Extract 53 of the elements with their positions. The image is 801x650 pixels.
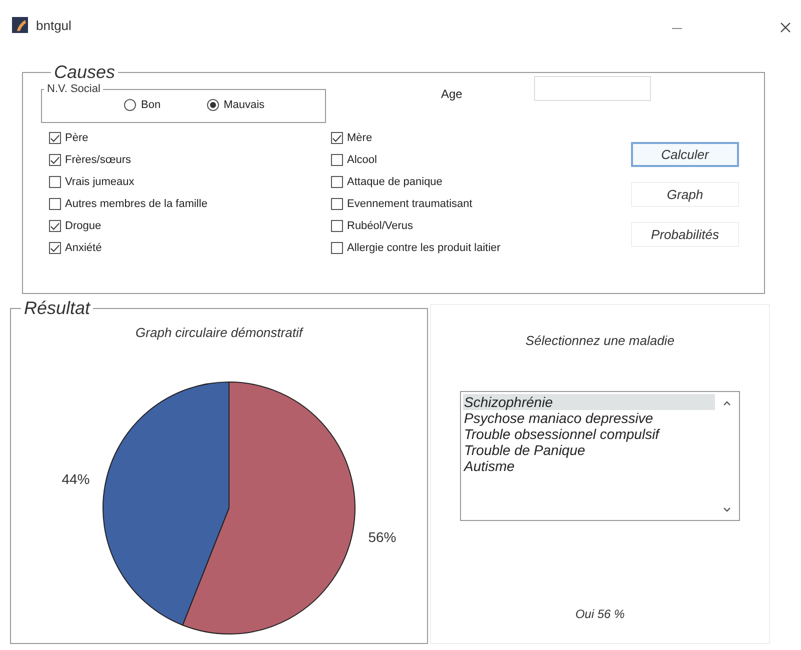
list-item[interactable]: Trouble de Panique xyxy=(463,442,715,458)
action-button[interactable]: Probabilités xyxy=(631,222,739,247)
checkbox-icon[interactable] xyxy=(331,132,343,144)
checkbox-icon[interactable] xyxy=(49,154,61,166)
checkbox-icon[interactable] xyxy=(49,198,61,210)
checkbox-option[interactable]: Frères/sœurs xyxy=(49,149,331,171)
checkbox-option[interactable]: Allergie contre les produit laitier xyxy=(331,237,631,259)
list-item[interactable]: Trouble obsessionnel compulsif xyxy=(463,426,715,442)
group-title: N.V. Social xyxy=(46,83,102,95)
scroll-up-icon[interactable] xyxy=(723,401,731,406)
outcome-text: Oui 56 % xyxy=(575,607,625,621)
checkbox-icon[interactable] xyxy=(49,220,61,232)
checkbox-icon[interactable] xyxy=(331,220,343,232)
checkbox-icon[interactable] xyxy=(331,242,343,254)
checkbox-option[interactable]: Père xyxy=(49,127,331,149)
radio-icon[interactable] xyxy=(206,99,219,111)
list-item[interactable]: Schizophrénie xyxy=(463,394,715,410)
panel-title: Causes xyxy=(53,62,116,83)
slice-label: 56% xyxy=(368,529,396,546)
action-button[interactable]: Graph xyxy=(631,182,739,207)
checkbox-option[interactable]: Autres membres de la famille xyxy=(49,193,331,215)
checkbox-icon[interactable] xyxy=(49,132,61,144)
action-button[interactable]: Calculer xyxy=(631,142,739,167)
checkbox-option[interactable]: Evennement traumatisant xyxy=(331,193,631,215)
prompt-text: Sélectionnez une maladie xyxy=(526,333,674,348)
minimize-icon[interactable] xyxy=(672,28,682,30)
slice-label: 44% xyxy=(62,470,90,487)
radio-option[interactable]: Mauvais xyxy=(206,99,265,111)
panel-title: Résultat xyxy=(23,298,92,319)
radio-option[interactable]: Bon xyxy=(124,99,161,111)
age-field[interactable] xyxy=(534,76,652,101)
checkbox-option[interactable]: Mère xyxy=(331,127,631,149)
checkbox-icon[interactable] xyxy=(49,242,61,254)
app-icon xyxy=(12,17,28,33)
checkbox-option[interactable]: Anxiété xyxy=(49,237,331,259)
window-title: bntgul xyxy=(36,18,72,32)
checkbox-option[interactable]: Attaque de panique xyxy=(331,171,631,193)
list-item[interactable]: Psychose maniaco depressive xyxy=(463,410,715,426)
scroll-down-icon[interactable] xyxy=(723,507,731,512)
checkbox-option[interactable]: Alcool xyxy=(331,149,631,171)
checkbox-icon[interactable] xyxy=(49,176,61,188)
checkbox-option[interactable]: Vrais jumeaux xyxy=(49,171,331,193)
radio-icon[interactable] xyxy=(124,99,136,111)
chart-title: Graph circulaire démonstratif xyxy=(134,325,304,340)
disease-list[interactable]: Schizophrénie Psychose maniaco depressive Trouble obsessionnel compulsif Trouble de Panique Autisme xyxy=(460,391,740,521)
checkbox-icon[interactable] xyxy=(331,176,343,188)
checkbox-option[interactable]: Drogue xyxy=(49,215,331,237)
age-label: Age xyxy=(441,87,462,101)
checkbox-icon[interactable] xyxy=(331,198,343,210)
checkbox-option[interactable]: Rubéol/Verus xyxy=(331,215,631,237)
close-icon[interactable] xyxy=(780,22,791,32)
checkbox-icon[interactable] xyxy=(331,154,343,166)
list-item[interactable]: Autisme xyxy=(463,458,715,474)
